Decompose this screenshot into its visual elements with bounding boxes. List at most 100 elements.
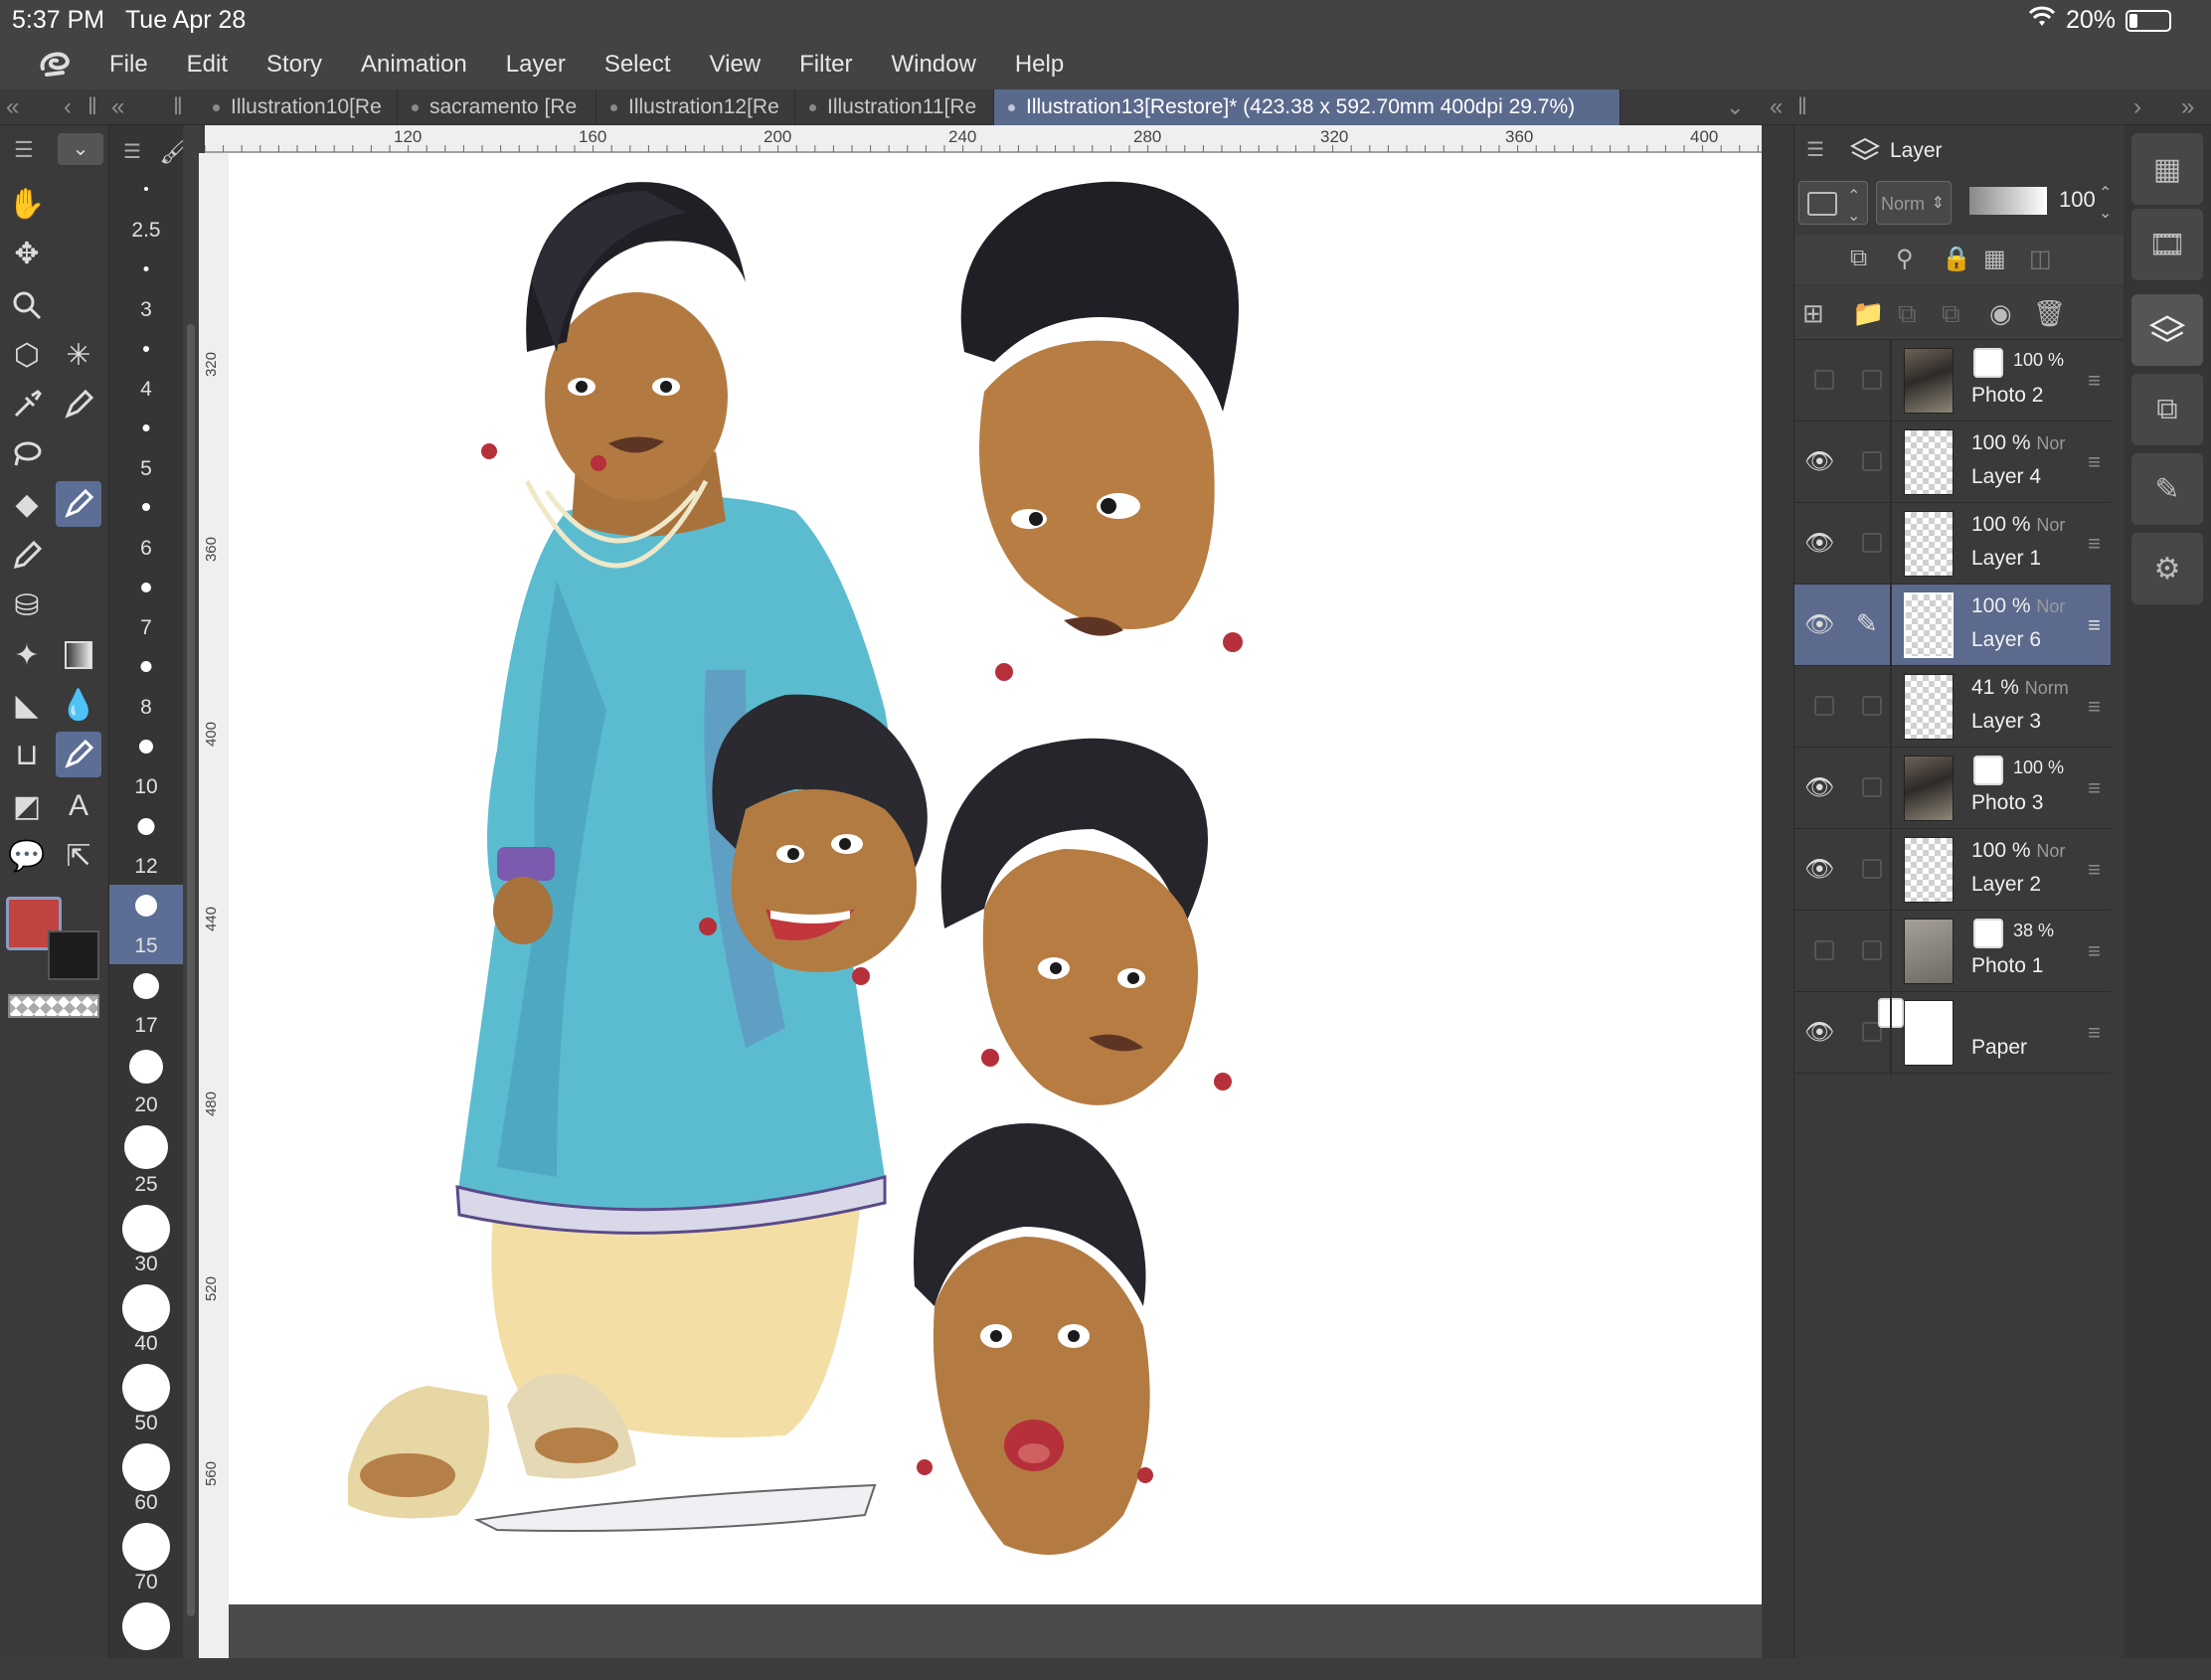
panel-separator[interactable] — [1762, 125, 1793, 1658]
sub-tool-detail-icon[interactable]: ⚙ — [2131, 533, 2203, 604]
tab-illustration11[interactable]: Illustration11[Re — [795, 89, 994, 125]
menu-animation[interactable]: Animation — [361, 51, 486, 79]
layer-property-icon[interactable]: ⧉ — [2131, 374, 2203, 445]
new-layer-icon[interactable]: ⊞ — [1802, 298, 1824, 329]
brush-size-option[interactable]: 12 — [109, 805, 183, 885]
menu-view[interactable]: View — [710, 51, 780, 79]
panel-divider-icon[interactable]: ‖ — [87, 89, 97, 125]
eye-icon[interactable]: 👁 — [1804, 855, 1834, 883]
brush-size-option[interactable]: 40 — [109, 1282, 183, 1362]
reference-layer-icon[interactable]: ⚲ — [1896, 245, 1914, 273]
opacity-stepper[interactable]: ⌃ ⌄ — [2099, 183, 2112, 223]
menu-icon[interactable]: ☰ — [1806, 137, 1824, 162]
pen-edit-icon[interactable]: ✎ — [1856, 608, 1878, 639]
menu-edit[interactable]: Edit — [187, 51, 247, 79]
lock-transparency-icon[interactable]: ▦ — [1983, 245, 2006, 273]
brush-size-option[interactable]: 3 — [109, 249, 183, 328]
drag-handle-icon[interactable]: ≡ — [2088, 449, 2101, 475]
collapse-right-icon[interactable]: » — [2181, 89, 2194, 125]
brush-size-option[interactable]: 4 — [109, 328, 183, 408]
fill-bucket-icon[interactable]: ◣ — [4, 682, 50, 728]
decoration-icon[interactable]: ✦ — [4, 632, 50, 678]
menu-file[interactable]: File — [109, 51, 167, 79]
edit-target-toggle[interactable] — [1862, 940, 1882, 960]
eye-icon[interactable]: 👁 — [1804, 1018, 1834, 1046]
brush-size-option[interactable]: 5 — [109, 408, 183, 487]
visibility-toggle[interactable] — [1814, 370, 1834, 390]
delete-layer-icon[interactable]: 🗑 — [2033, 298, 2066, 329]
brush-size-scrollbar[interactable] — [183, 125, 199, 1658]
layer-row-photo-3[interactable]: 👁 100 % Photo 3 ≡ — [1794, 748, 2111, 829]
collapse-left-icon[interactable]: « — [111, 89, 124, 125]
edit-target-toggle[interactable] — [1862, 370, 1882, 390]
collapse-left-icon[interactable]: « — [1770, 89, 1783, 125]
layer-row-photo-1[interactable]: 38 % Photo 1 ≡ — [1794, 911, 2111, 992]
brush-size-option-selected[interactable]: 15 — [109, 885, 183, 964]
drag-handle-icon[interactable]: ≡ — [2088, 1020, 2101, 1046]
tab-illustration13[interactable]: Illustration13[Restore]* (423.38 x 592.7… — [994, 89, 1620, 125]
hand-tool-icon[interactable]: ✋ — [4, 181, 50, 227]
collapse-left-icon[interactable]: « — [6, 89, 19, 125]
menu-story[interactable]: Story — [266, 51, 341, 79]
edit-target-toggle[interactable] — [1862, 859, 1882, 879]
layer-row-photo-2[interactable]: 100 % Photo 2 ≡ — [1794, 340, 2111, 421]
pen-active-icon[interactable] — [56, 481, 101, 527]
drag-handle-icon[interactable]: ≡ — [2088, 612, 2101, 638]
eyedropper-icon[interactable] — [4, 382, 50, 427]
canvas-area[interactable] — [229, 153, 1762, 1658]
edit-target-toggle[interactable] — [1862, 533, 1882, 553]
layer-panel-icon[interactable] — [2131, 294, 2203, 366]
zoom-tool-icon[interactable] — [4, 282, 50, 328]
brush-size-option[interactable]: 7 — [109, 567, 183, 646]
edit-target-toggle[interactable] — [1862, 451, 1882, 471]
correct-line-icon[interactable]: ⇱ — [56, 833, 101, 879]
new-folder-icon[interactable]: 📁 — [1852, 298, 1884, 329]
text-tool-icon[interactable]: A — [56, 783, 101, 829]
layer-row-layer-6[interactable]: 👁 ✎ 100 % Nor Layer 6 ≡ — [1794, 585, 2111, 666]
opacity-value[interactable]: 100 — [2059, 187, 2096, 213]
app-logo-icon[interactable] — [0, 40, 109, 89]
menu-filter[interactable]: Filter — [799, 51, 871, 79]
brush-size-option[interactable]: 50 — [109, 1362, 183, 1441]
panel-divider-icon[interactable]: ‖ — [1797, 89, 1807, 125]
mask-toggle-icon[interactable]: ◫ — [2029, 245, 2052, 273]
opacity-slider[interactable] — [1969, 187, 2047, 215]
layer-row-paper[interactable]: 👁 Paper ≡ — [1794, 992, 2111, 1074]
menu-window[interactable]: Window — [891, 51, 994, 79]
eye-icon[interactable]: 👁 — [1804, 447, 1834, 475]
layer-color-button[interactable]: ⌃ ⌄ — [1798, 181, 1868, 225]
drag-handle-icon[interactable]: ≡ — [2088, 531, 2101, 557]
menu-icon[interactable]: ☰ — [123, 139, 141, 164]
eraser-icon[interactable]: ◆ — [4, 481, 50, 527]
brush-size-option[interactable]: 25 — [109, 1123, 183, 1203]
brush-size-option[interactable]: 17 — [109, 964, 183, 1044]
edit-target-toggle[interactable] — [1862, 696, 1882, 716]
eye-icon[interactable]: 👁 — [1804, 610, 1834, 638]
brush-size-option[interactable]: 2.5 — [109, 169, 183, 249]
lasso-icon[interactable] — [4, 431, 50, 477]
blend-mode-select[interactable]: Norm ⇕ — [1876, 181, 1952, 225]
tab-illustration12[interactable]: Illustration12[Re — [596, 89, 795, 125]
chevron-right-icon[interactable]: › — [2133, 89, 2141, 125]
transparent-color-swatch[interactable] — [8, 994, 99, 1018]
sub-color-swatch[interactable] — [48, 930, 99, 980]
brush-size-option[interactable]: 10 — [109, 726, 183, 805]
clip-layer-icon[interactable]: ⧉ — [1850, 245, 1867, 272]
tab-illustration10[interactable]: Illustration10[Re — [199, 89, 398, 125]
balloon-tool-icon[interactable]: 💬 — [4, 833, 50, 879]
ruler-tool-icon[interactable]: ⊔ — [4, 732, 50, 777]
menu-layer[interactable]: Layer — [506, 51, 585, 79]
gradient-icon[interactable] — [56, 632, 101, 678]
combine-layers-icon[interactable]: ⧉ — [1942, 298, 1960, 330]
layer-row-layer-3[interactable]: 41 % Norm Layer 3 ≡ — [1794, 666, 2111, 748]
auto-select-icon[interactable]: ✳ — [56, 332, 101, 378]
brush-size-option[interactable]: 20 — [109, 1044, 183, 1123]
brush-size-option[interactable]: 30 — [109, 1203, 183, 1282]
tool-property-icon[interactable]: ✎ — [2131, 453, 2203, 525]
pencil-icon[interactable] — [4, 533, 50, 579]
drag-handle-icon[interactable]: ≡ — [2088, 775, 2101, 801]
drag-handle-icon[interactable]: ≡ — [2088, 938, 2101, 964]
drag-handle-icon[interactable]: ≡ — [2088, 694, 2101, 720]
layer-row-layer-4[interactable]: 👁 100 % Nor Layer 4 ≡ — [1794, 421, 2111, 503]
collapse-palette-button[interactable]: ⌄ — [58, 133, 103, 165]
